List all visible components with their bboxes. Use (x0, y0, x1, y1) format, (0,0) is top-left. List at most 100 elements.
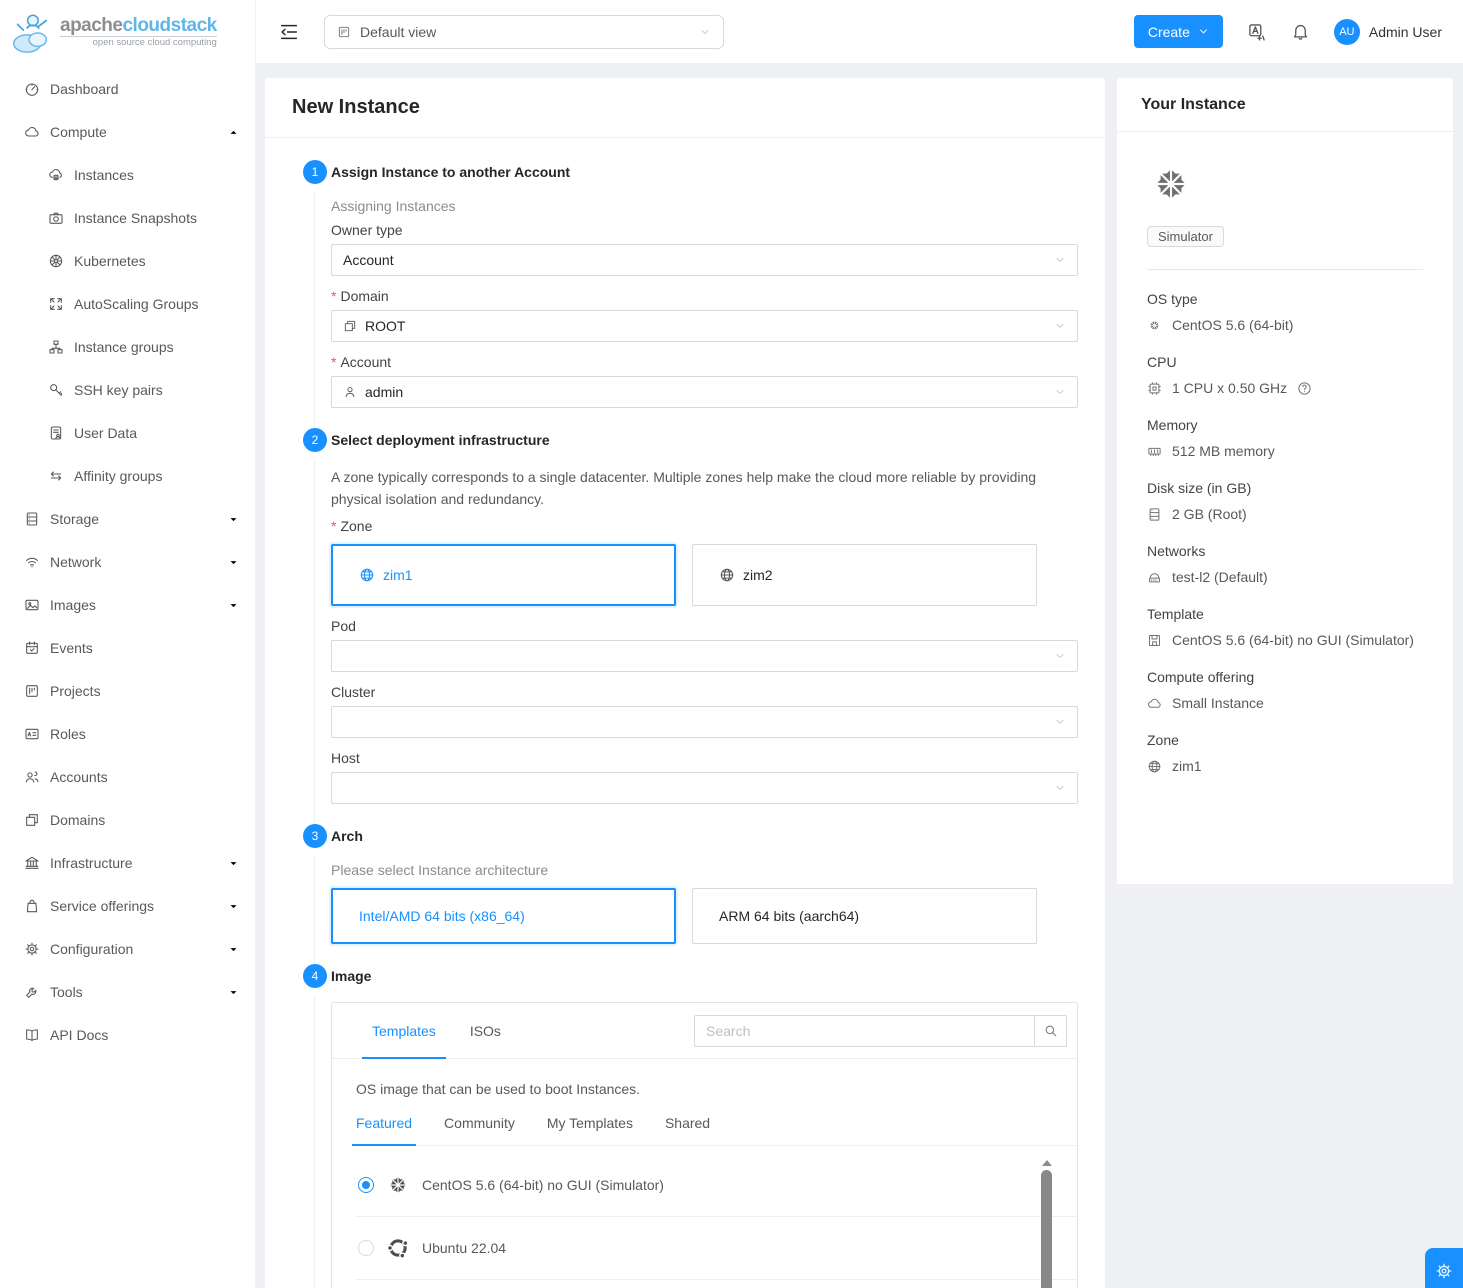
zone-label: *Zone (331, 518, 1078, 534)
filter-tab-shared[interactable]: Shared (665, 1103, 710, 1145)
networks-label: Networks (1147, 543, 1423, 559)
sidebar-item-tools[interactable]: Tools (0, 972, 255, 1012)
sidebar-item-user-data[interactable]: User Data (0, 413, 255, 453)
filter-tab-featured[interactable]: Featured (356, 1103, 412, 1145)
os-image-description: OS image that can be used to boot Instan… (356, 1081, 1077, 1097)
radio-unselected[interactable] (358, 1240, 374, 1256)
owner-type-select[interactable]: Account (331, 244, 1078, 276)
sidebar-item-service-offerings[interactable]: Service offerings (0, 886, 255, 926)
template-row-centos[interactable]: CentOS 5.6 (64-bit) no GUI (Simulator) (356, 1154, 1077, 1217)
tab-isos[interactable]: ISOs (470, 1003, 501, 1059)
sidebar-item-ssh-key-pairs[interactable]: SSH key pairs (0, 370, 255, 410)
cloudstack-mascot-icon (8, 9, 54, 55)
create-button[interactable]: Create (1134, 15, 1223, 48)
pod-select[interactable] (331, 640, 1078, 672)
project-settings-fab[interactable] (1425, 1248, 1463, 1288)
os-type-value-row: CentOS 5.6 (64-bit) (1147, 317, 1423, 333)
template-row-ubuntu[interactable]: Ubuntu 22.04 (356, 1217, 1077, 1280)
sidebar-item-images[interactable]: Images (0, 585, 255, 625)
gear-icon (1435, 1262, 1453, 1280)
sidebar: apachecloudstack open source cloud compu… (0, 0, 256, 1288)
template-value-row: CentOS 5.6 (64-bit) no GUI (Simulator) (1147, 632, 1423, 648)
caret-down-icon (228, 514, 239, 525)
zone-card-zim1[interactable]: zim1 (331, 544, 676, 606)
sidebar-item-autoscaling-groups[interactable]: AutoScaling Groups (0, 284, 255, 324)
chevron-down-icon (1198, 26, 1209, 37)
user-name[interactable]: Admin User (1369, 24, 1442, 40)
swap-icon (48, 468, 64, 484)
sidebar-item-api-docs[interactable]: API Docs (0, 1015, 255, 1055)
translate-icon[interactable] (1247, 22, 1267, 42)
project-icon (337, 25, 351, 39)
sidebar-item-dashboard[interactable]: Dashboard (0, 69, 255, 109)
ubuntu-logo-icon (385, 1235, 411, 1261)
block-icon (24, 812, 40, 828)
cluster-select[interactable] (331, 706, 1078, 738)
host-label: Host (331, 750, 1078, 766)
sidebar-item-instances[interactable]: Instances (0, 155, 255, 195)
template-list-scrollbar[interactable] (1040, 1160, 1053, 1288)
disk-size-label: Disk size (in GB) (1147, 480, 1423, 496)
brand-logo[interactable]: apachecloudstack open source cloud compu… (0, 0, 255, 64)
sidebar-item-storage[interactable]: Storage (0, 499, 255, 539)
arch-card-arm[interactable]: ARM 64 bits (aarch64) (692, 888, 1037, 944)
filter-tab-my-templates[interactable]: My Templates (547, 1103, 633, 1145)
sidebar-item-affinity-groups[interactable]: Affinity groups (0, 456, 255, 496)
sidebar-item-instance-groups[interactable]: Instance groups (0, 327, 255, 367)
search-button[interactable] (1034, 1015, 1067, 1047)
sidebar-item-network[interactable]: Network (0, 542, 255, 582)
project-icon (24, 683, 40, 699)
radio-selected[interactable] (358, 1177, 374, 1193)
gear-icon (24, 941, 40, 957)
brand-cloudstack: cloudstack (122, 15, 216, 36)
picture-icon (24, 597, 40, 613)
host-select[interactable] (331, 772, 1078, 804)
tab-templates[interactable]: Templates (372, 1003, 436, 1059)
templates-panel: OS image that can be used to boot Instan… (332, 1059, 1077, 1288)
template-filter-tabs: Featured Community My Templates Shared (356, 1103, 1077, 1146)
team-icon (24, 769, 40, 785)
zone-card-zim2[interactable]: zim2 (692, 544, 1037, 606)
menu-fold-icon[interactable] (278, 21, 300, 43)
view-select[interactable]: Default view (324, 15, 724, 49)
sidebar-item-domains[interactable]: Domains (0, 800, 255, 840)
sidebar-item-instance-snapshots[interactable]: Instance Snapshots (0, 198, 255, 238)
scroll-up-arrow-icon[interactable] (1042, 1160, 1052, 1166)
user-avatar[interactable]: AU (1334, 19, 1360, 45)
block-icon (343, 319, 357, 333)
top-bar: Default view Create AU Admin User (256, 0, 1463, 63)
cpu-value-row: 1 CPU x 0.50 GHz (1147, 380, 1423, 396)
scrollbar-thumb[interactable] (1041, 1170, 1052, 1288)
chevron-down-icon (1054, 650, 1066, 662)
template-search-input[interactable] (694, 1015, 1034, 1047)
search-icon (1043, 1023, 1058, 1038)
sidebar-item-configuration[interactable]: Configuration (0, 929, 255, 969)
step-1-title: Assign Instance to another Account (331, 160, 1078, 184)
bell-icon[interactable] (1291, 22, 1310, 41)
sidebar-nav: Dashboard Compute Instances Instance Sna… (0, 64, 255, 1055)
centos-logo-icon (385, 1172, 411, 1198)
key-icon (48, 382, 64, 398)
sidebar-item-events[interactable]: Events (0, 628, 255, 668)
wifi-icon (24, 554, 40, 570)
account-select[interactable]: admin (331, 376, 1078, 408)
globe-icon (1147, 759, 1162, 774)
sidebar-item-projects[interactable]: Projects (0, 671, 255, 711)
assigning-instances-helper: Assigning Instances (331, 198, 1078, 214)
template-search-group (694, 1015, 1067, 1047)
bank-icon (24, 855, 40, 871)
sidebar-item-accounts[interactable]: Accounts (0, 757, 255, 797)
book-icon (24, 1027, 40, 1043)
template-list: CentOS 5.6 (64-bit) no GUI (Simulator) U… (356, 1154, 1077, 1288)
domain-select[interactable]: ROOT (331, 310, 1078, 342)
sidebar-item-roles[interactable]: Roles (0, 714, 255, 754)
question-circle-icon[interactable] (1297, 381, 1312, 396)
sidebar-item-compute[interactable]: Compute (0, 112, 255, 152)
disk-icon (1147, 507, 1162, 522)
step-1-badge: 1 (303, 160, 327, 184)
networks-value-row: test-l2 (Default) (1147, 569, 1423, 585)
sidebar-item-kubernetes[interactable]: Kubernetes (0, 241, 255, 281)
sidebar-item-infrastructure[interactable]: Infrastructure (0, 843, 255, 883)
arch-card-x86[interactable]: Intel/AMD 64 bits (x86_64) (331, 888, 676, 944)
filter-tab-community[interactable]: Community (444, 1103, 515, 1145)
